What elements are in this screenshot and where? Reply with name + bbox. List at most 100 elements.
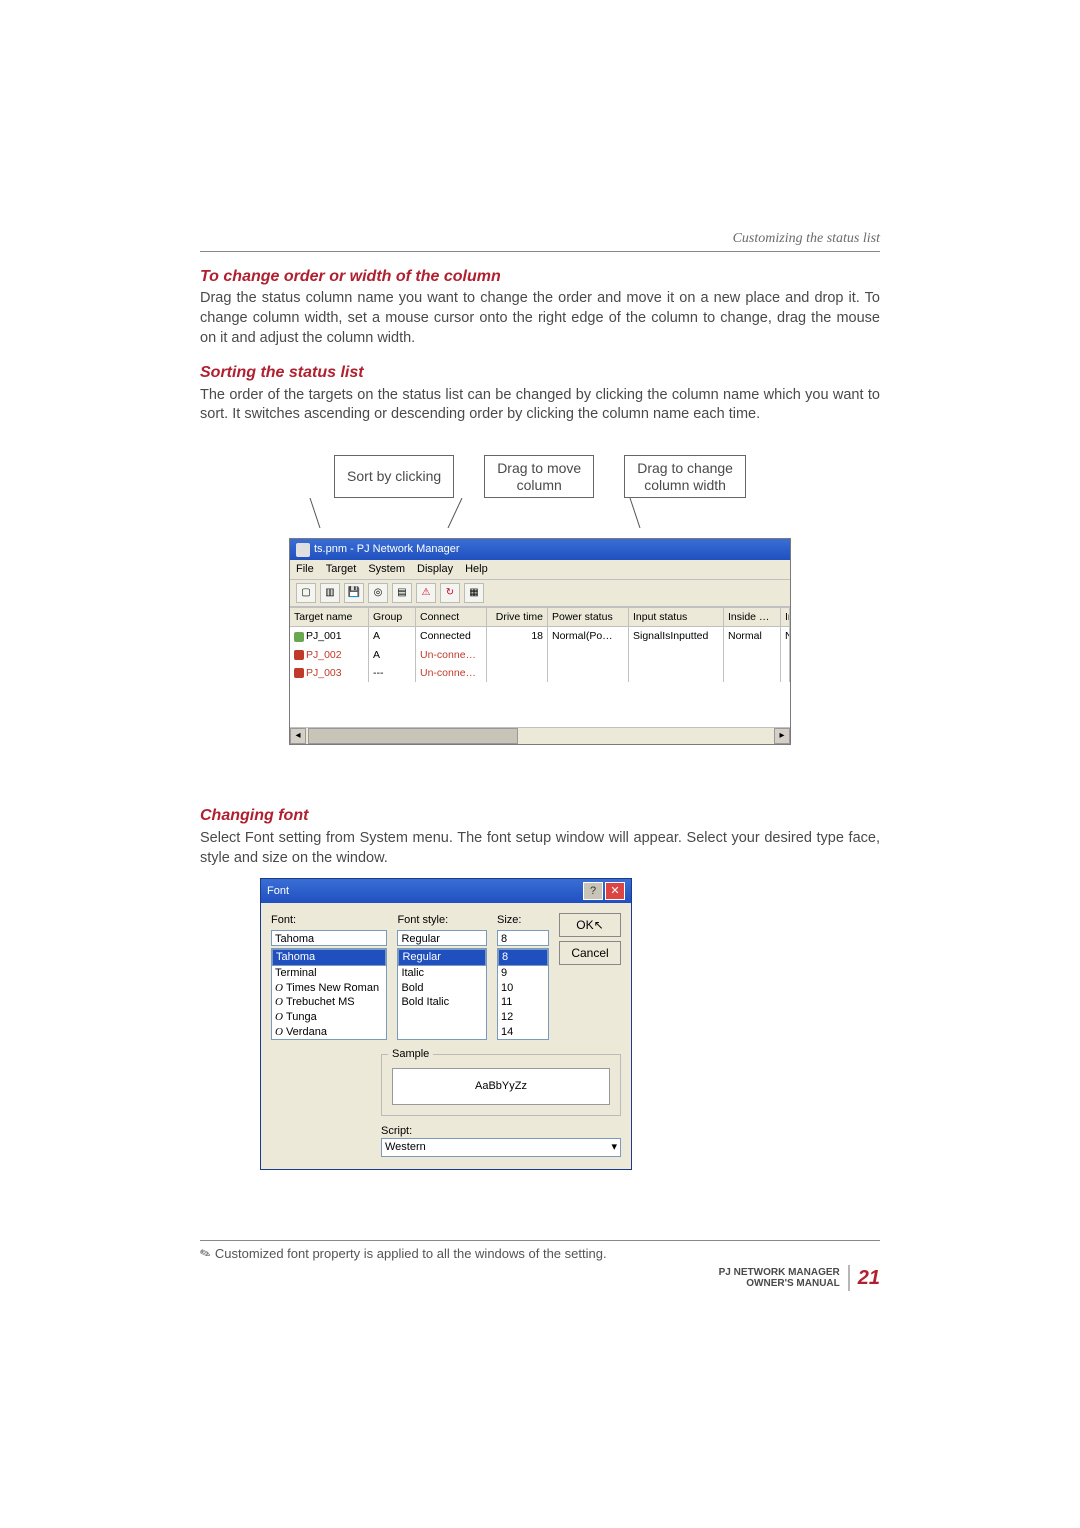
status-dot-icon bbox=[294, 632, 304, 642]
list-item[interactable]: OTunga bbox=[272, 1010, 386, 1025]
window-title: ts.pnm - PJ Network Manager bbox=[314, 542, 460, 557]
status-dot-icon bbox=[294, 650, 304, 660]
tool-new-icon[interactable]: ▢ bbox=[296, 583, 316, 603]
col-input-status[interactable]: Input status bbox=[629, 608, 724, 626]
list-item[interactable]: Bold Italic bbox=[398, 995, 486, 1010]
tool-alert-icon[interactable]: ⚠ bbox=[416, 583, 436, 603]
label-script: Script: bbox=[381, 1124, 621, 1139]
section-body-changing-font: Select Font setting from System menu. Th… bbox=[200, 829, 880, 868]
scroll-left-icon[interactable]: ◂ bbox=[290, 728, 306, 744]
font-list[interactable]: Tahoma Terminal OTimes New Roman OTrebuc… bbox=[271, 948, 387, 1040]
menu-system[interactable]: System bbox=[368, 562, 405, 577]
style-input[interactable]: Regular bbox=[397, 930, 487, 946]
menu-help[interactable]: Help bbox=[465, 562, 488, 577]
annotation-row: Sort by clicking Drag to move column Dra… bbox=[200, 455, 880, 499]
cell-connect: Un-conne… bbox=[416, 664, 487, 682]
col-drive-time[interactable]: Drive time bbox=[487, 608, 548, 626]
col-power-status[interactable]: Power status bbox=[548, 608, 629, 626]
size-list[interactable]: 8 9 10 11 12 14 16 bbox=[497, 948, 549, 1040]
cell-inside2: Normal bbox=[781, 627, 790, 645]
toolbar: ▢ ▥ 💾 ◎ ▤ ⚠ ↻ ▦ bbox=[290, 580, 790, 607]
list-item[interactable]: OVerdana bbox=[272, 1025, 386, 1040]
footer-line2: OWNER'S MANUAL bbox=[719, 1278, 840, 1289]
list-item[interactable]: 9 bbox=[498, 966, 548, 981]
ok-button[interactable]: OK ↖ bbox=[559, 913, 621, 937]
tool-open-icon[interactable]: ▥ bbox=[320, 583, 340, 603]
column-headers[interactable]: Target name Group Connect Drive time Pow… bbox=[290, 607, 790, 627]
sample-fieldset: Sample AaBbYyZz bbox=[381, 1054, 621, 1116]
list-item[interactable]: Tahoma bbox=[272, 949, 386, 966]
col-target-name[interactable]: Target name bbox=[290, 608, 369, 626]
list-item[interactable]: 14 bbox=[498, 1025, 548, 1040]
list-item[interactable]: Italic bbox=[398, 966, 486, 981]
help-icon[interactable]: ? bbox=[583, 882, 603, 900]
tool-list-icon[interactable]: ▤ bbox=[392, 583, 412, 603]
col-connect[interactable]: Connect bbox=[416, 608, 487, 626]
label-size: Size: bbox=[497, 913, 549, 928]
list-item[interactable]: Terminal bbox=[272, 966, 386, 981]
menu-target[interactable]: Target bbox=[326, 562, 357, 577]
tool-save-icon[interactable]: 💾 bbox=[344, 583, 364, 603]
annot-width: Drag to change column width bbox=[624, 455, 746, 499]
list-body[interactable]: PJ_001 A Connected 18 Normal(Po… SignalI… bbox=[290, 627, 790, 727]
list-item[interactable]: 8 bbox=[498, 949, 548, 966]
scroll-thumb[interactable] bbox=[308, 728, 518, 744]
footer-line1: PJ NETWORK MANAGER bbox=[719, 1267, 840, 1278]
col-group[interactable]: Group bbox=[369, 608, 416, 626]
col-inside-2[interactable]: Inside … bbox=[781, 608, 790, 626]
table-row[interactable]: PJ_003 --- Un-conne… bbox=[290, 664, 790, 682]
col-inside-1[interactable]: Inside … bbox=[724, 608, 781, 626]
cancel-button[interactable]: Cancel bbox=[559, 941, 621, 965]
tool-target-icon[interactable]: ◎ bbox=[368, 583, 388, 603]
status-dot-icon bbox=[294, 668, 304, 678]
cell-input: SignalIsInputted bbox=[629, 627, 724, 645]
annot-move: Drag to move column bbox=[484, 455, 594, 499]
sample-text: AaBbYyZz bbox=[392, 1068, 610, 1105]
cell-connect: Un-conne… bbox=[416, 646, 487, 664]
script-select[interactable]: Western ▾ bbox=[381, 1138, 621, 1157]
window-titlebar[interactable]: ts.pnm - PJ Network Manager bbox=[290, 539, 790, 560]
script-value: Western bbox=[385, 1140, 426, 1155]
footer-rule bbox=[200, 1240, 880, 1241]
tool-refresh-icon[interactable]: ↻ bbox=[440, 583, 460, 603]
cursor-icon: ↖ bbox=[594, 917, 604, 933]
horizontal-scrollbar[interactable]: ◂ ▸ bbox=[290, 727, 790, 744]
table-row[interactable]: PJ_001 A Connected 18 Normal(Po… SignalI… bbox=[290, 627, 790, 645]
close-icon[interactable]: ✕ bbox=[605, 882, 625, 900]
dialog-titlebar[interactable]: Font ? ✕ bbox=[261, 879, 631, 903]
cell-connect: Connected bbox=[416, 627, 487, 645]
cell-group: A bbox=[369, 646, 416, 664]
menu-display[interactable]: Display bbox=[417, 562, 453, 577]
style-list[interactable]: Regular Italic Bold Bold Italic bbox=[397, 948, 487, 1040]
list-item[interactable]: OTimes New Roman bbox=[272, 981, 386, 996]
annot-sort: Sort by clicking bbox=[334, 455, 454, 499]
dialog-title: Font bbox=[267, 884, 289, 899]
cell-group: --- bbox=[369, 664, 416, 682]
footer-separator bbox=[848, 1265, 850, 1291]
table-row[interactable]: PJ_002 A Un-conne… bbox=[290, 646, 790, 664]
list-item[interactable]: Bold bbox=[398, 981, 486, 996]
section-body-sorting: The order of the targets on the status l… bbox=[200, 386, 880, 425]
menu-file[interactable]: File bbox=[296, 562, 314, 577]
chevron-down-icon: ▾ bbox=[611, 1140, 617, 1155]
tool-grid-icon[interactable]: ▦ bbox=[464, 583, 484, 603]
cell-name: PJ_003 bbox=[306, 667, 342, 679]
footnote: ✎Customized font property is applied to … bbox=[200, 1245, 880, 1263]
list-item[interactable]: 10 bbox=[498, 981, 548, 996]
section-body-change-order: Drag the status column name you want to … bbox=[200, 289, 880, 348]
list-item[interactable]: Regular bbox=[398, 949, 486, 966]
font-input[interactable]: Tahoma bbox=[271, 930, 387, 946]
label-sample: Sample bbox=[388, 1047, 433, 1062]
page-number: 21 bbox=[858, 1265, 880, 1292]
section-title-changing-font: Changing font bbox=[200, 805, 880, 827]
list-item[interactable]: 12 bbox=[498, 1010, 548, 1025]
page-footer: PJ NETWORK MANAGER OWNER'S MANUAL 21 bbox=[200, 1265, 880, 1292]
list-item[interactable]: OTrebuchet MS bbox=[272, 995, 386, 1010]
label-style: Font style: bbox=[397, 913, 487, 928]
app-icon bbox=[296, 543, 310, 557]
page-header-caption: Customizing the status list bbox=[200, 230, 880, 249]
list-item[interactable]: 11 bbox=[498, 995, 548, 1010]
scroll-right-icon[interactable]: ▸ bbox=[774, 728, 790, 744]
size-input[interactable]: 8 bbox=[497, 930, 549, 946]
menu-bar[interactable]: File Target System Display Help bbox=[290, 560, 790, 580]
